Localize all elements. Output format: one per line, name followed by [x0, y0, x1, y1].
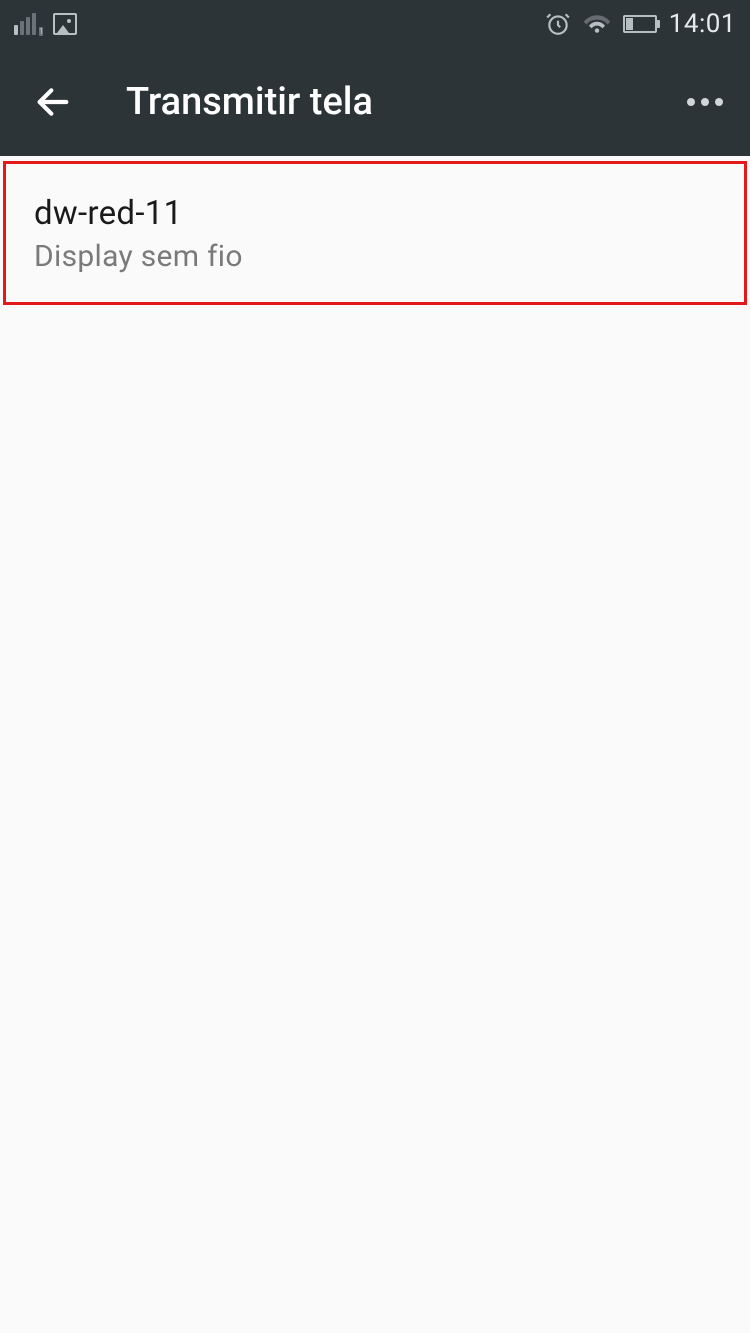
status-right: 14:01: [545, 9, 736, 39]
device-list-item[interactable]: dw-red-11 Display sem fio: [3, 161, 747, 305]
status-bar: 1 14:01: [0, 0, 750, 48]
page-title: Transmitir tela: [126, 80, 680, 124]
device-name-label: dw-red-11: [34, 194, 716, 233]
dots-icon: [687, 98, 695, 106]
back-button[interactable]: [28, 77, 78, 127]
battery-icon: [623, 15, 657, 33]
signal-icon: 1: [14, 13, 43, 35]
more-options-button[interactable]: [680, 77, 730, 127]
clock-label: 14:01: [669, 9, 736, 39]
status-left: 1: [14, 13, 77, 35]
device-subtitle-label: Display sem fio: [34, 239, 716, 274]
app-bar: Transmitir tela: [0, 48, 750, 156]
signal-sub-label: 1: [39, 27, 43, 36]
picture-icon: [53, 13, 77, 35]
alarm-icon: [545, 11, 571, 37]
wifi-icon: [583, 13, 611, 35]
arrow-left-icon: [33, 82, 73, 122]
content-area: dw-red-11 Display sem fio: [0, 161, 750, 305]
